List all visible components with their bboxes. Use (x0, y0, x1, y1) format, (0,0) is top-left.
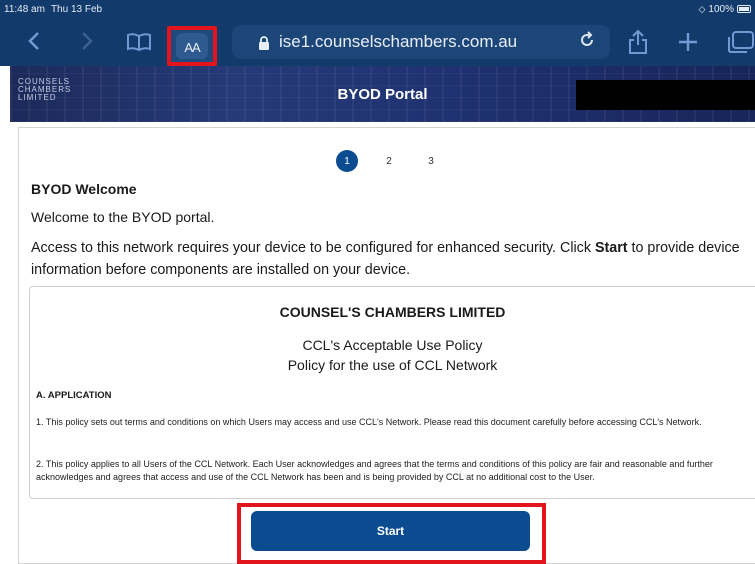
step-3: 3 (428, 155, 434, 167)
access-instructions: Access to this network requires your dev… (31, 240, 740, 278)
redacted-block (576, 80, 755, 110)
lock-icon (257, 35, 271, 50)
policy-panel[interactable]: COUNSEL'S CHAMBERS LIMITED CCL's Accepta… (29, 286, 755, 499)
forward-icon[interactable] (77, 28, 97, 54)
status-right: ◇ 100% (698, 3, 751, 15)
portal-header: COUNSELS CHAMBERS LIMITED BYOD Portal (10, 66, 755, 122)
policy-title: CCL's Acceptable Use Policy (302, 337, 483, 353)
progress-stepper: 1 2 3 (336, 150, 442, 172)
reload-icon[interactable] (578, 30, 596, 54)
battery-percent: 100% (708, 3, 734, 15)
step-1: 1 (336, 150, 358, 172)
policy-subtitle: Policy for the use of CCL Network (287, 357, 498, 373)
browser-toolbar: AA ise1.counselschambers.com.au (0, 18, 755, 66)
text-size-icon: AA (176, 33, 208, 59)
new-tab-icon[interactable] (676, 28, 700, 56)
policy-paragraph-2: 2. This policy applies to all Users of t… (36, 459, 713, 482)
page-heading: BYOD Welcome (31, 181, 137, 197)
tabs-icon[interactable] (727, 28, 755, 56)
status-date: Thu 13 Feb (50, 3, 103, 15)
battery-icon (737, 5, 751, 13)
share-icon[interactable] (626, 28, 650, 56)
step-2: 2 (386, 155, 392, 167)
address-bar[interactable]: ise1.counselschambers.com.au (232, 25, 610, 59)
reader-text-size-button[interactable]: AA (167, 26, 217, 66)
welcome-text: Welcome to the BYOD portal. (31, 209, 215, 225)
policy-paragraph-1: 1. This policy sets out terms and condit… (36, 417, 702, 427)
wifi-icon: ◇ (698, 3, 706, 14)
start-keyword: Start (594, 240, 628, 256)
bookmarks-icon[interactable] (125, 30, 153, 54)
status-time: 11:48 am (4, 3, 45, 15)
policy-org-name: COUNSEL'S CHAMBERS LIMITED (279, 304, 506, 320)
status-bar: 11:48 am Thu 13 Feb ◇ 100% (0, 0, 755, 18)
start-button[interactable]: Start (251, 511, 530, 551)
url-text: ise1.counselschambers.com.au (279, 32, 518, 51)
back-icon[interactable] (24, 28, 44, 54)
policy-section-heading: A. APPLICATION (36, 390, 112, 401)
